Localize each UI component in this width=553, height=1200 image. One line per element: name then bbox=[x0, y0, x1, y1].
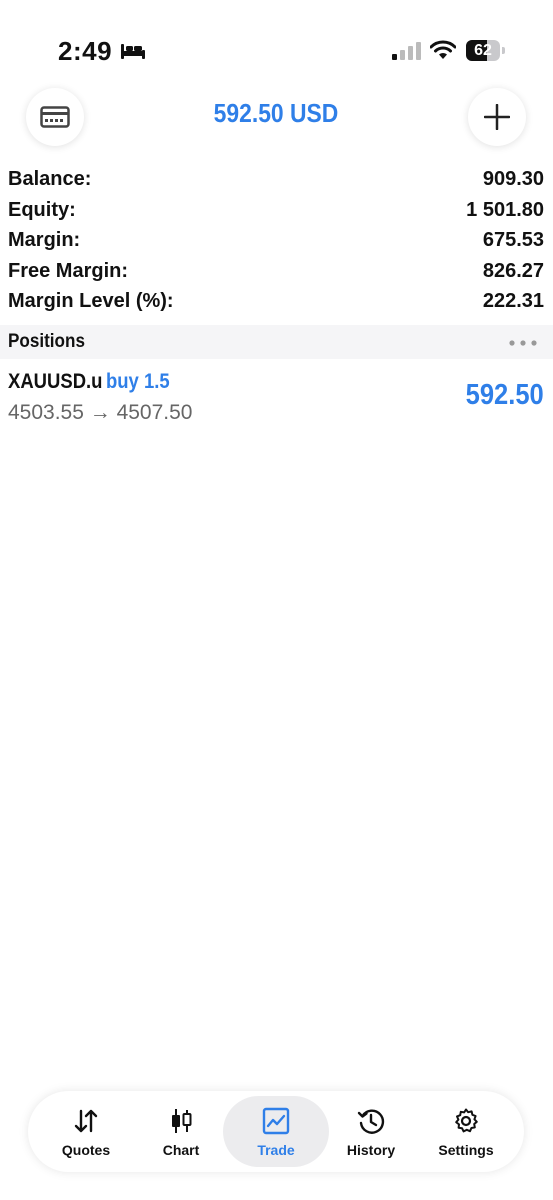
positions-section-header: Positions bbox=[0, 325, 553, 359]
tab-history[interactable]: History bbox=[323, 1091, 419, 1172]
margin-level-value: 222.31 bbox=[482, 290, 544, 312]
tab-quotes-label: Quotes bbox=[61, 1142, 111, 1158]
trade-chart-icon bbox=[262, 1107, 290, 1135]
position-row[interactable]: XAUUSD.u buy 1.5 4503.55 → 4507.50 592.50 bbox=[0, 362, 553, 432]
account-profit-title: 592.50 USD bbox=[213, 98, 339, 128]
tab-settings-label: Settings bbox=[438, 1142, 494, 1158]
card-icon bbox=[40, 106, 70, 128]
position-symbol: XAUUSD.u bbox=[8, 370, 103, 393]
tab-history-label: History bbox=[346, 1142, 396, 1158]
quotes-arrows-icon bbox=[74, 1109, 98, 1133]
position-profit: 592.50 bbox=[465, 379, 544, 411]
plus-icon bbox=[484, 104, 510, 130]
tab-chart-label: Chart bbox=[162, 1142, 200, 1158]
header: 592.50 USD bbox=[0, 88, 553, 150]
more-icon[interactable] bbox=[509, 340, 537, 346]
account-summary: Balance: 909.30 Equity: 1 501.80 Margin:… bbox=[0, 168, 553, 321]
tab-chart[interactable]: Chart bbox=[133, 1091, 229, 1172]
equity-label: Equity: bbox=[8, 198, 76, 221]
position-direction: buy 1.5 bbox=[105, 370, 170, 393]
margin-level-label: Margin Level (%): bbox=[8, 290, 174, 312]
equity-value: 1 501.80 bbox=[466, 198, 544, 221]
summary-row-free-margin: Free Margin: 826.27 bbox=[0, 260, 553, 291]
candlestick-icon bbox=[172, 1109, 192, 1133]
summary-row-margin: Margin: 675.53 bbox=[0, 229, 553, 260]
tab-quotes[interactable]: Quotes bbox=[38, 1091, 134, 1172]
history-icon bbox=[357, 1109, 385, 1134]
free-margin-value: 826.27 bbox=[482, 259, 544, 282]
new-order-button[interactable] bbox=[468, 88, 526, 146]
wifi-icon bbox=[430, 40, 456, 59]
position-symbol-line: XAUUSD.u buy 1.5 bbox=[8, 370, 170, 394]
tab-settings[interactable]: Settings bbox=[418, 1091, 514, 1172]
status-bar: 2:49 62 bbox=[0, 0, 553, 90]
tab-bar: Quotes Chart Trade History Settings bbox=[28, 1091, 524, 1172]
positions-title: Positions bbox=[8, 331, 85, 352]
balance-label: Balance: bbox=[8, 168, 92, 190]
tab-trade[interactable]: Trade bbox=[228, 1091, 324, 1172]
cellular-signal-icon bbox=[392, 42, 421, 60]
gear-icon bbox=[455, 1108, 478, 1133]
battery-icon: 62 bbox=[466, 40, 506, 61]
summary-row-balance: Balance: 909.30 bbox=[0, 168, 553, 199]
margin-value: 675.53 bbox=[482, 229, 544, 251]
balance-value: 909.30 bbox=[482, 168, 544, 190]
summary-row-margin-level: Margin Level (%): 222.31 bbox=[0, 290, 553, 321]
bed-icon bbox=[121, 44, 145, 59]
card-button[interactable] bbox=[26, 88, 84, 146]
free-margin-label: Free Margin: bbox=[8, 259, 129, 282]
status-time: 2:49 bbox=[58, 36, 113, 66]
tab-trade-label: Trade bbox=[257, 1142, 295, 1158]
position-prices: 4503.55 → 4507.50 bbox=[8, 401, 193, 424]
summary-row-equity: Equity: 1 501.80 bbox=[0, 199, 553, 230]
margin-label: Margin: bbox=[8, 229, 81, 251]
battery-level: 62 bbox=[474, 42, 492, 59]
